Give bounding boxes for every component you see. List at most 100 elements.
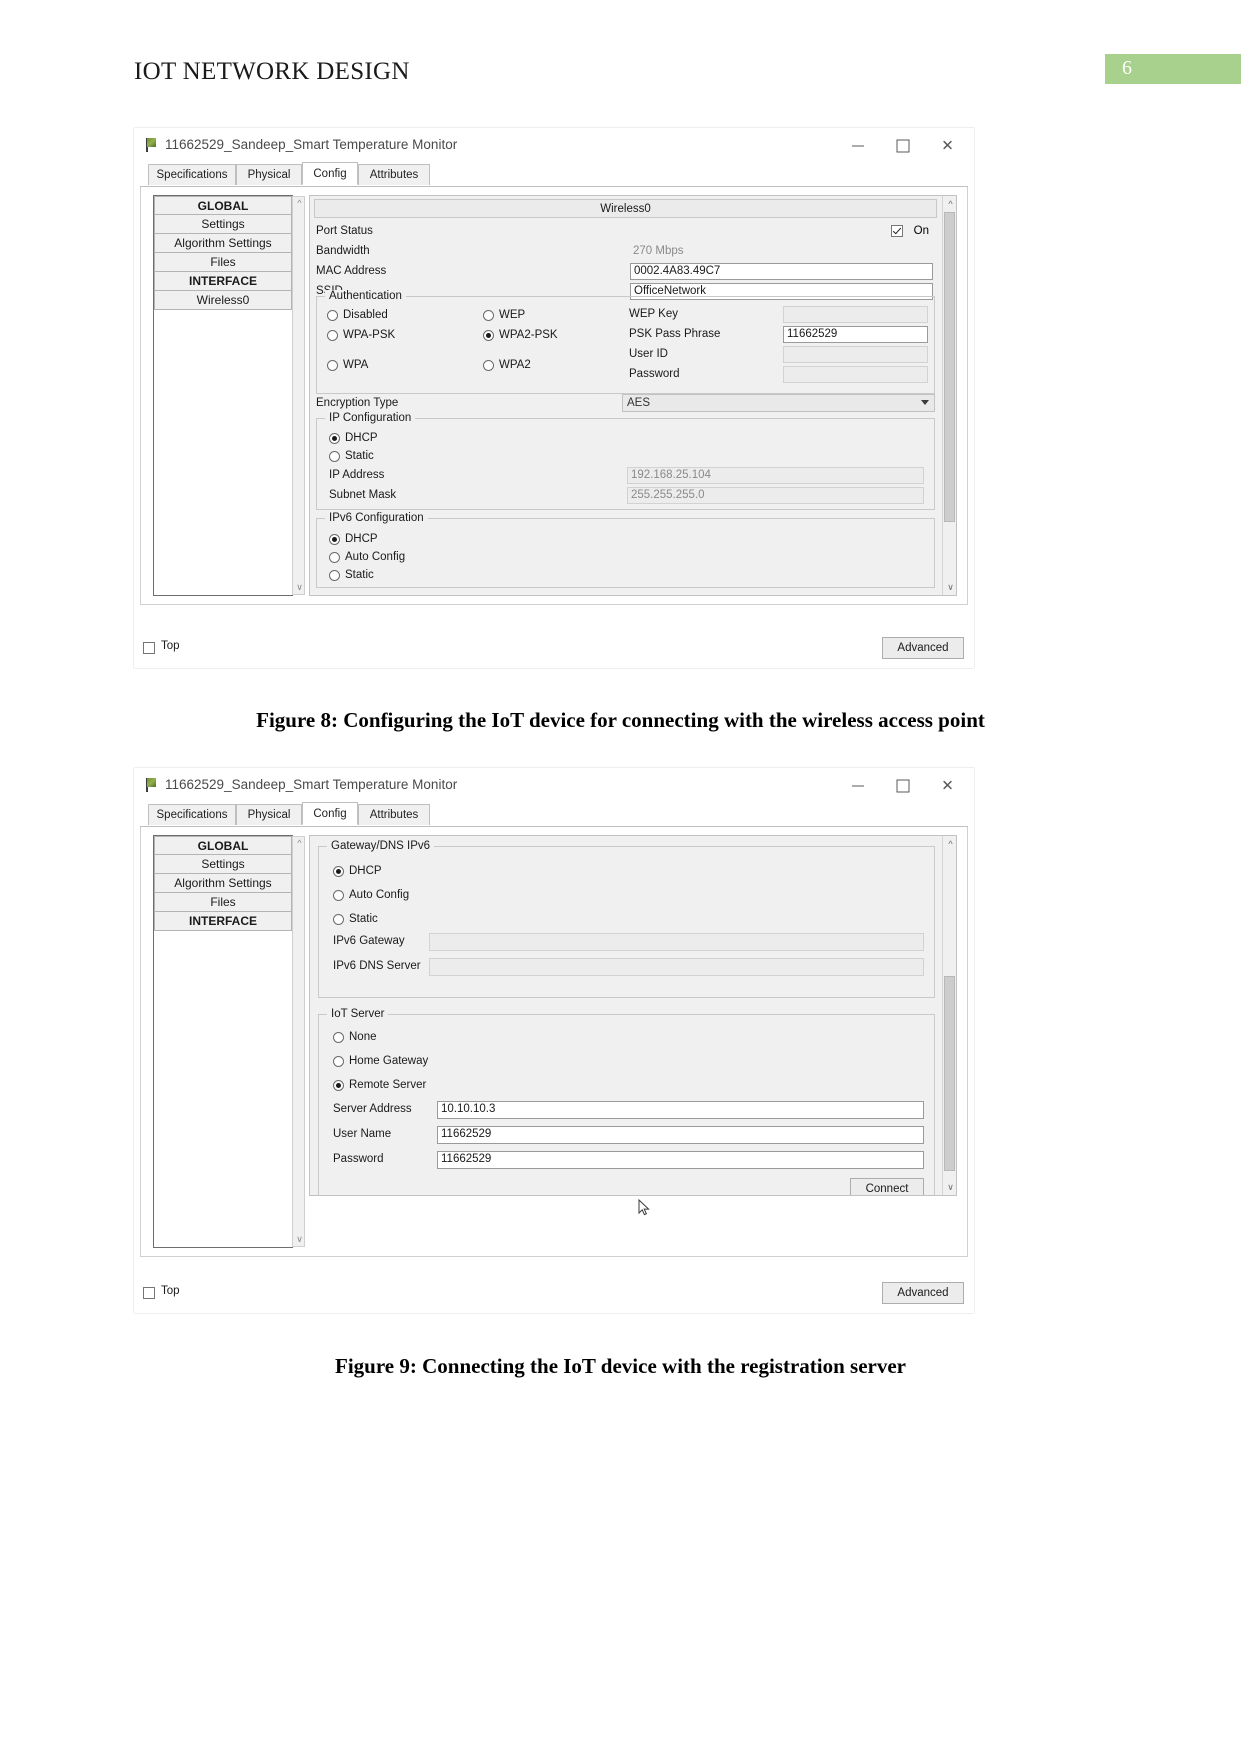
config-scroll-content: Wireless0 Port Status On Bandwidth 270 M… (310, 196, 941, 595)
tab-label: Specifications (156, 169, 228, 181)
ipv6-gateway-input[interactable] (429, 933, 924, 951)
radio-auth-wpa2[interactable]: WPA2 (483, 359, 531, 371)
sidebar-item-interface[interactable]: INTERFACE (154, 912, 292, 931)
radio-label: WEP (499, 309, 526, 321)
chevron-up-icon[interactable]: ^ (946, 199, 955, 209)
minimize-button[interactable] (835, 129, 880, 163)
tab-attributes[interactable]: Attributes (358, 164, 430, 185)
maximize-button[interactable] (880, 769, 925, 803)
password-input[interactable]: 11662529 (437, 1151, 924, 1169)
ipv6-dns-server-label: IPv6 DNS Server (333, 960, 421, 972)
radio-auth-wpa2-psk[interactable]: WPA2-PSK (483, 329, 558, 341)
sidebar-item-label: GLOBAL (197, 198, 249, 213)
radio-iot-remote-server[interactable]: Remote Server (333, 1079, 426, 1091)
port-status-checkbox[interactable] (891, 225, 903, 237)
packet-tracer-device-icon (143, 137, 159, 153)
ipv6-dns-server-input[interactable] (429, 958, 924, 976)
chevron-up-icon[interactable]: ^ (295, 199, 304, 208)
window2-tabs: Specifications Physical Config Attribute… (140, 802, 968, 827)
sidebar-item-settings[interactable]: Settings (154, 855, 292, 874)
radio-gw-dhcp[interactable]: DHCP (333, 865, 382, 877)
document-header: IOT NETWORK DESIGN 6 (0, 54, 1241, 98)
radio-auth-wpa-psk[interactable]: WPA-PSK (327, 329, 395, 341)
connect-button[interactable]: Connect (850, 1178, 924, 1195)
tab-attributes[interactable]: Attributes (358, 804, 430, 825)
sidebar-item-interface[interactable]: INTERFACE (154, 272, 292, 291)
server-address-input[interactable]: 10.10.10.3 (437, 1101, 924, 1119)
radio-iot-home-gateway[interactable]: Home Gateway (333, 1055, 428, 1067)
radio-gw-static[interactable]: Static (333, 913, 378, 925)
page-number: 6 (1122, 57, 1132, 79)
config-scrollbar[interactable]: ^ ∨ (942, 196, 956, 595)
sidebar-item-algorithm-settings[interactable]: Algorithm Settings (154, 234, 292, 253)
radio-iot-none[interactable]: None (333, 1031, 377, 1043)
subnet-mask-input[interactable]: 255.255.255.0 (627, 487, 924, 504)
wep-key-input[interactable] (783, 306, 928, 323)
top-checkbox-label: Top (161, 640, 180, 652)
tab-config[interactable]: Config (302, 802, 358, 825)
maximize-button[interactable] (880, 129, 925, 163)
radio-label: WPA (343, 359, 369, 371)
bandwidth-value: 270 Mbps (633, 245, 684, 257)
sidebar-item-global[interactable]: GLOBAL (154, 196, 292, 215)
chevron-up-icon[interactable]: ^ (946, 839, 955, 849)
sidebar-scrollbar[interactable]: ^ ∨ (292, 836, 305, 1247)
password-label: Password (333, 1153, 384, 1165)
radio-ipv6-dhcp[interactable]: DHCP (329, 533, 378, 545)
tab-config[interactable]: Config (302, 162, 358, 185)
sidebar-item-files[interactable]: Files (154, 893, 292, 912)
chevron-down-icon[interactable]: ∨ (946, 1182, 955, 1192)
chevron-down-icon (921, 400, 929, 405)
encryption-type-select[interactable]: AES (622, 394, 935, 412)
sidebar-item-files[interactable]: Files (154, 253, 292, 272)
user-id-input[interactable] (783, 346, 928, 363)
config-scrollbar[interactable]: ^ ∨ (942, 836, 956, 1195)
radio-ipv6-static[interactable]: Static (329, 569, 374, 581)
ip-address-input[interactable]: 192.168.25.104 (627, 467, 924, 484)
close-icon[interactable]: ✕ (925, 769, 970, 803)
minimize-button[interactable] (835, 769, 880, 803)
chevron-down-icon[interactable]: ∨ (295, 1235, 304, 1244)
packet-tracer-device-icon (143, 777, 159, 793)
ipv6-gateway-label: IPv6 Gateway (333, 935, 405, 947)
chevron-down-icon[interactable]: ∨ (946, 582, 955, 592)
device-config-window-2: 11662529_Sandeep_Smart Temperature Monit… (134, 768, 974, 1313)
radio-label: WPA2-PSK (499, 329, 558, 341)
sidebar-item-settings[interactable]: Settings (154, 215, 292, 234)
mac-address-input[interactable]: 0002.4A83.49C7 (630, 263, 933, 280)
radio-ip-dhcp[interactable]: DHCP (329, 432, 378, 444)
radio-gw-auto-config[interactable]: Auto Config (333, 889, 409, 901)
top-checkbox[interactable] (143, 642, 155, 654)
tab-physical[interactable]: Physical (236, 804, 302, 825)
tab-specifications[interactable]: Specifications (148, 804, 236, 825)
bandwidth-row: Bandwidth 270 Mbps (310, 242, 941, 262)
advanced-button[interactable]: Advanced (882, 637, 964, 659)
scrollbar-thumb[interactable] (944, 976, 955, 1171)
tab-specifications[interactable]: Specifications (148, 164, 236, 185)
scrollbar-thumb[interactable] (944, 212, 955, 522)
sidebar-item-global[interactable]: GLOBAL (154, 836, 292, 855)
sidebar-item-algorithm-settings[interactable]: Algorithm Settings (154, 874, 292, 893)
chevron-down-icon[interactable]: ∨ (295, 583, 304, 592)
radio-auth-wpa[interactable]: WPA (327, 359, 368, 371)
radio-auth-wep[interactable]: WEP (483, 309, 525, 321)
radio-auth-disabled[interactable]: Disabled (327, 309, 388, 321)
user-name-input[interactable]: 11662529 (437, 1126, 924, 1144)
psk-pass-phrase-input[interactable]: 11662529 (783, 326, 928, 343)
radio-ipv6-auto-config[interactable]: Auto Config (329, 551, 405, 563)
top-checkbox[interactable] (143, 1287, 155, 1299)
window1-sidebar-tree: GLOBAL Settings Algorithm Settings Files… (153, 195, 305, 596)
radio-ip-static[interactable]: Static (329, 450, 374, 462)
chevron-up-icon[interactable]: ^ (295, 839, 304, 848)
radio-icon (329, 569, 340, 581)
sidebar-item-wireless0[interactable]: Wireless0 (154, 291, 292, 310)
auth-password-input[interactable] (783, 366, 928, 383)
advanced-button[interactable]: Advanced (882, 1282, 964, 1304)
sidebar-scrollbar[interactable]: ^ ∨ (292, 196, 305, 595)
close-icon[interactable]: ✕ (925, 129, 970, 163)
user-id-label: User ID (629, 348, 668, 360)
radio-icon (483, 309, 494, 321)
tab-physical[interactable]: Physical (236, 164, 302, 185)
radio-label: DHCP (349, 865, 382, 877)
tab-label: Specifications (156, 809, 228, 821)
